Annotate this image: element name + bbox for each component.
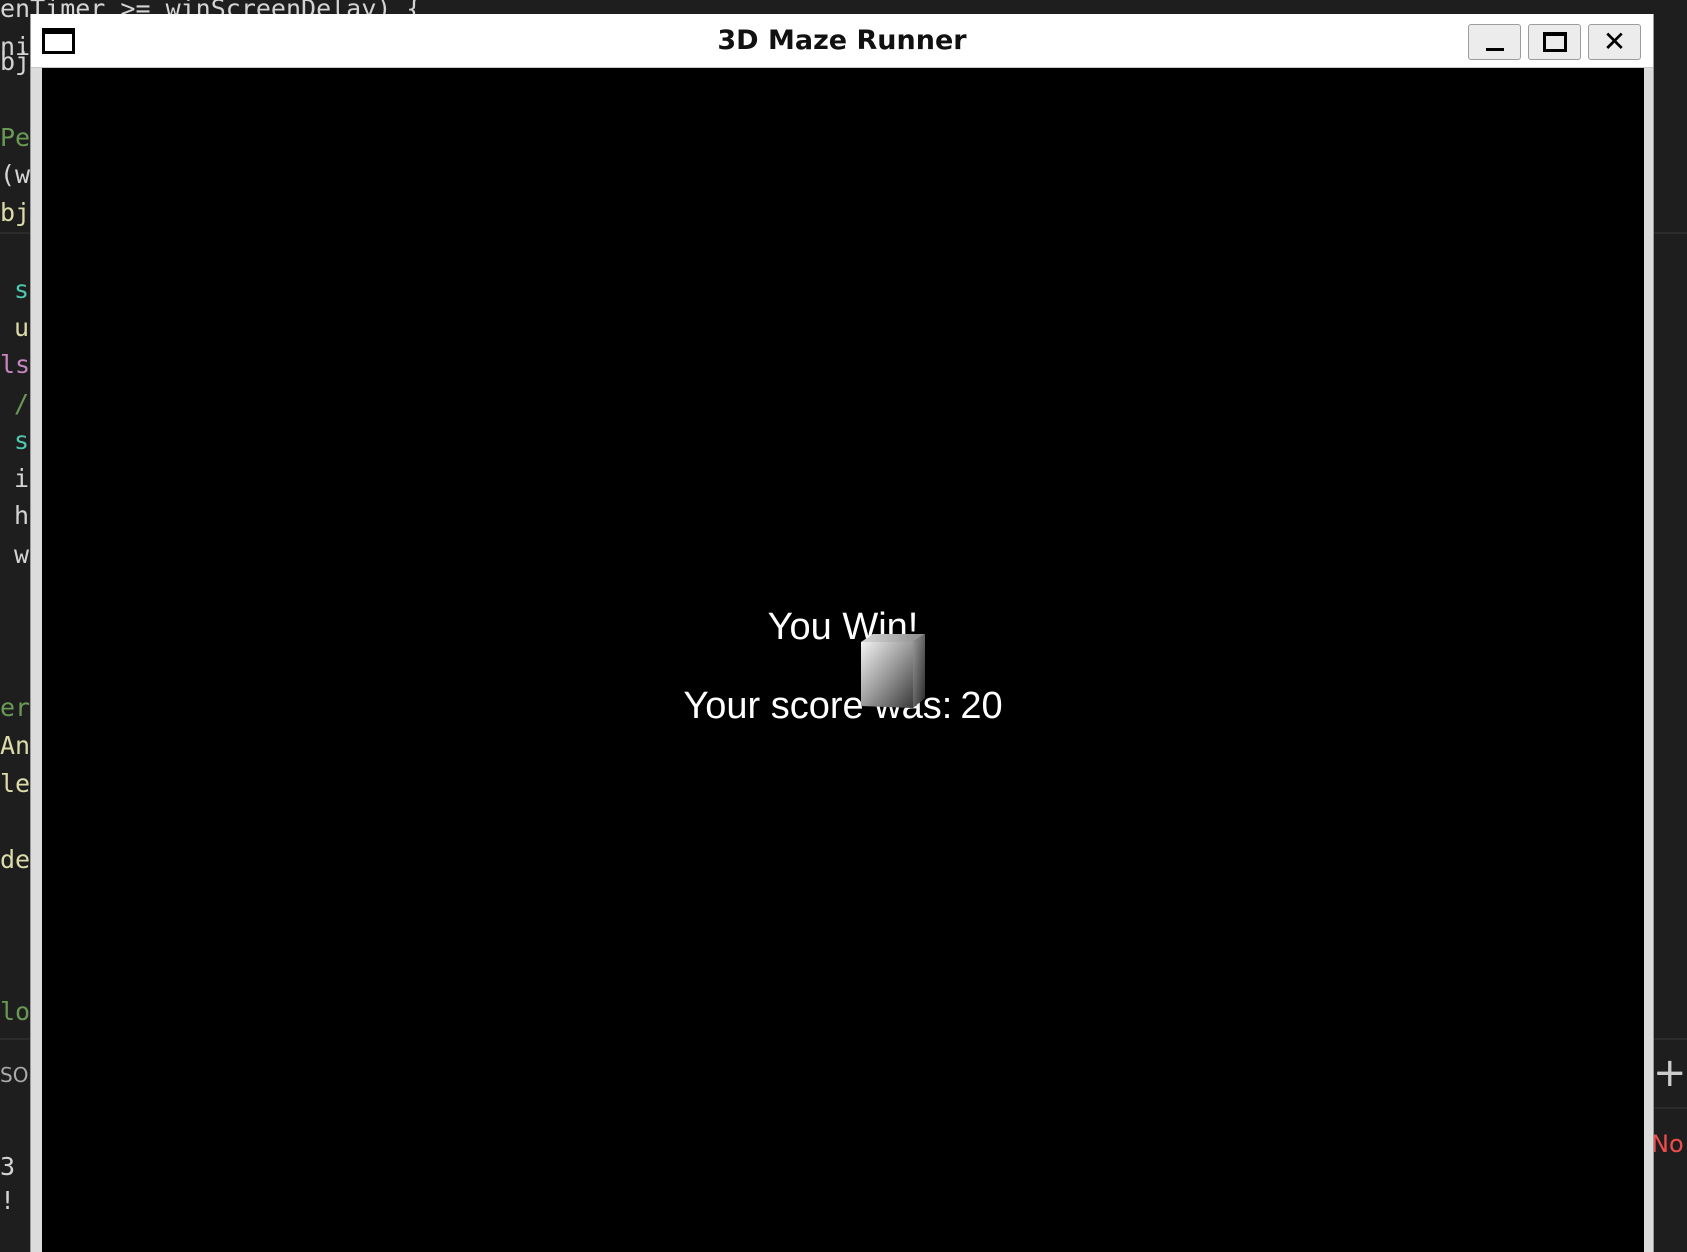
minimize-button[interactable] bbox=[1468, 24, 1521, 60]
editor-line-fragment: An bbox=[0, 731, 31, 760]
editor-line-fragment: de bbox=[0, 845, 31, 874]
minimize-icon bbox=[1485, 47, 1504, 51]
close-icon: ✕ bbox=[1602, 25, 1627, 58]
editor-line-fragment: s bbox=[14, 275, 30, 304]
editor-line-fragment: u bbox=[14, 313, 30, 342]
editor-line-fragment: Pe bbox=[0, 123, 31, 152]
window-title: 3D Maze Runner bbox=[717, 25, 967, 56]
win-message: You Win! bbox=[767, 606, 919, 648]
window-titlebar[interactable]: 3D Maze Runner ✕ bbox=[31, 14, 1653, 68]
editor-line-fragment: (w bbox=[0, 160, 31, 189]
maximize-icon bbox=[1542, 32, 1567, 52]
editor-separator bbox=[0, 232, 30, 234]
editor-line-fragment: ls bbox=[0, 350, 31, 379]
editor-line-fragment: bj bbox=[0, 47, 31, 76]
player-cube-icon bbox=[861, 634, 925, 708]
desktop: enTimer >= winScreenDelay) { ni bj Pe (w… bbox=[0, 0, 1687, 1252]
score-value: 20 bbox=[960, 685, 1003, 727]
editor-line-fragment: i bbox=[14, 464, 30, 493]
game-window: 3D Maze Runner ✕ You Win! Your score was… bbox=[30, 14, 1654, 1252]
status-fragment: No bbox=[1651, 1130, 1684, 1158]
editor-line-fragment: le bbox=[0, 769, 31, 798]
editor-line-fragment: s bbox=[14, 426, 30, 455]
terminal-tab-fragment: SO bbox=[0, 1063, 29, 1087]
score-line: Your score was: 20 bbox=[42, 685, 1644, 728]
close-button[interactable]: ✕ bbox=[1588, 24, 1641, 60]
game-canvas[interactable]: You Win! Your score was: 20 bbox=[42, 68, 1644, 1252]
editor-separator bbox=[1653, 1107, 1687, 1109]
editor-line-fragment: bj bbox=[0, 198, 31, 227]
terminal-line-fragment: 3 bbox=[0, 1152, 16, 1181]
new-terminal-plus-icon[interactable]: + bbox=[1653, 1053, 1687, 1093]
terminal-line-fragment: ! bbox=[0, 1186, 16, 1215]
editor-separator bbox=[0, 1038, 30, 1040]
editor-line-fragment: lo bbox=[0, 997, 31, 1026]
editor-line-fragment: h bbox=[14, 501, 30, 530]
editor-separator bbox=[1653, 1038, 1687, 1040]
editor-line-fragment: w bbox=[14, 540, 30, 569]
maximize-button[interactable] bbox=[1528, 24, 1581, 60]
editor-separator bbox=[1653, 232, 1687, 234]
editor-line-fragment: er bbox=[0, 693, 31, 722]
editor-line-fragment: / bbox=[14, 389, 30, 418]
